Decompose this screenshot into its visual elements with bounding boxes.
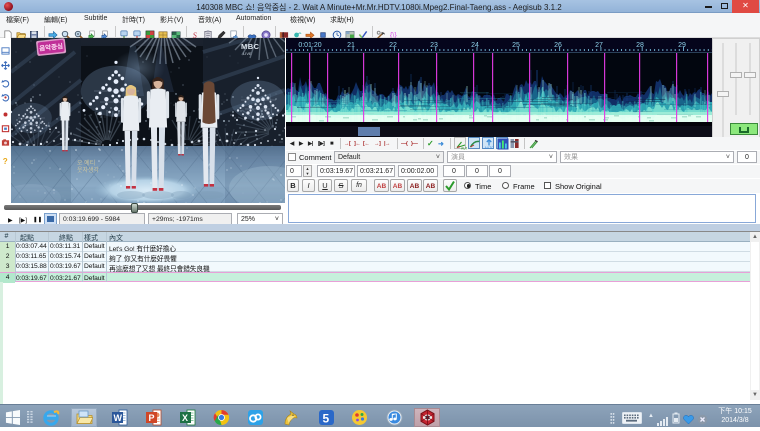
svg-text:25: 25 [512, 42, 520, 49]
svg-text:AUTO: AUTO [485, 146, 495, 150]
svg-text:24: 24 [471, 42, 479, 49]
svg-text:28: 28 [636, 42, 644, 49]
svg-text:22: 22 [389, 42, 397, 49]
svg-text:W: W [114, 413, 123, 423]
svg-text:27: 27 [595, 42, 603, 49]
svg-text:웃자생각: 웃자생각 [77, 166, 100, 174]
svg-text:5: 5 [323, 412, 330, 426]
svg-text:29: 29 [678, 42, 686, 49]
svg-text:21: 21 [347, 42, 355, 49]
svg-text:0:01:20: 0:01:20 [298, 42, 321, 49]
svg-text:?: ? [3, 157, 8, 165]
svg-text:P: P [149, 413, 155, 423]
svg-text:LIVE: LIVE [243, 51, 252, 56]
svg-text:26: 26 [554, 42, 562, 49]
svg-text:오 예티: 오 예티 [77, 159, 95, 167]
svg-text:X: X [182, 413, 188, 423]
svg-text:MBC: MBC [241, 42, 260, 51]
svg-text:23: 23 [430, 42, 438, 49]
svg-text:AUTO: AUTO [461, 147, 467, 151]
